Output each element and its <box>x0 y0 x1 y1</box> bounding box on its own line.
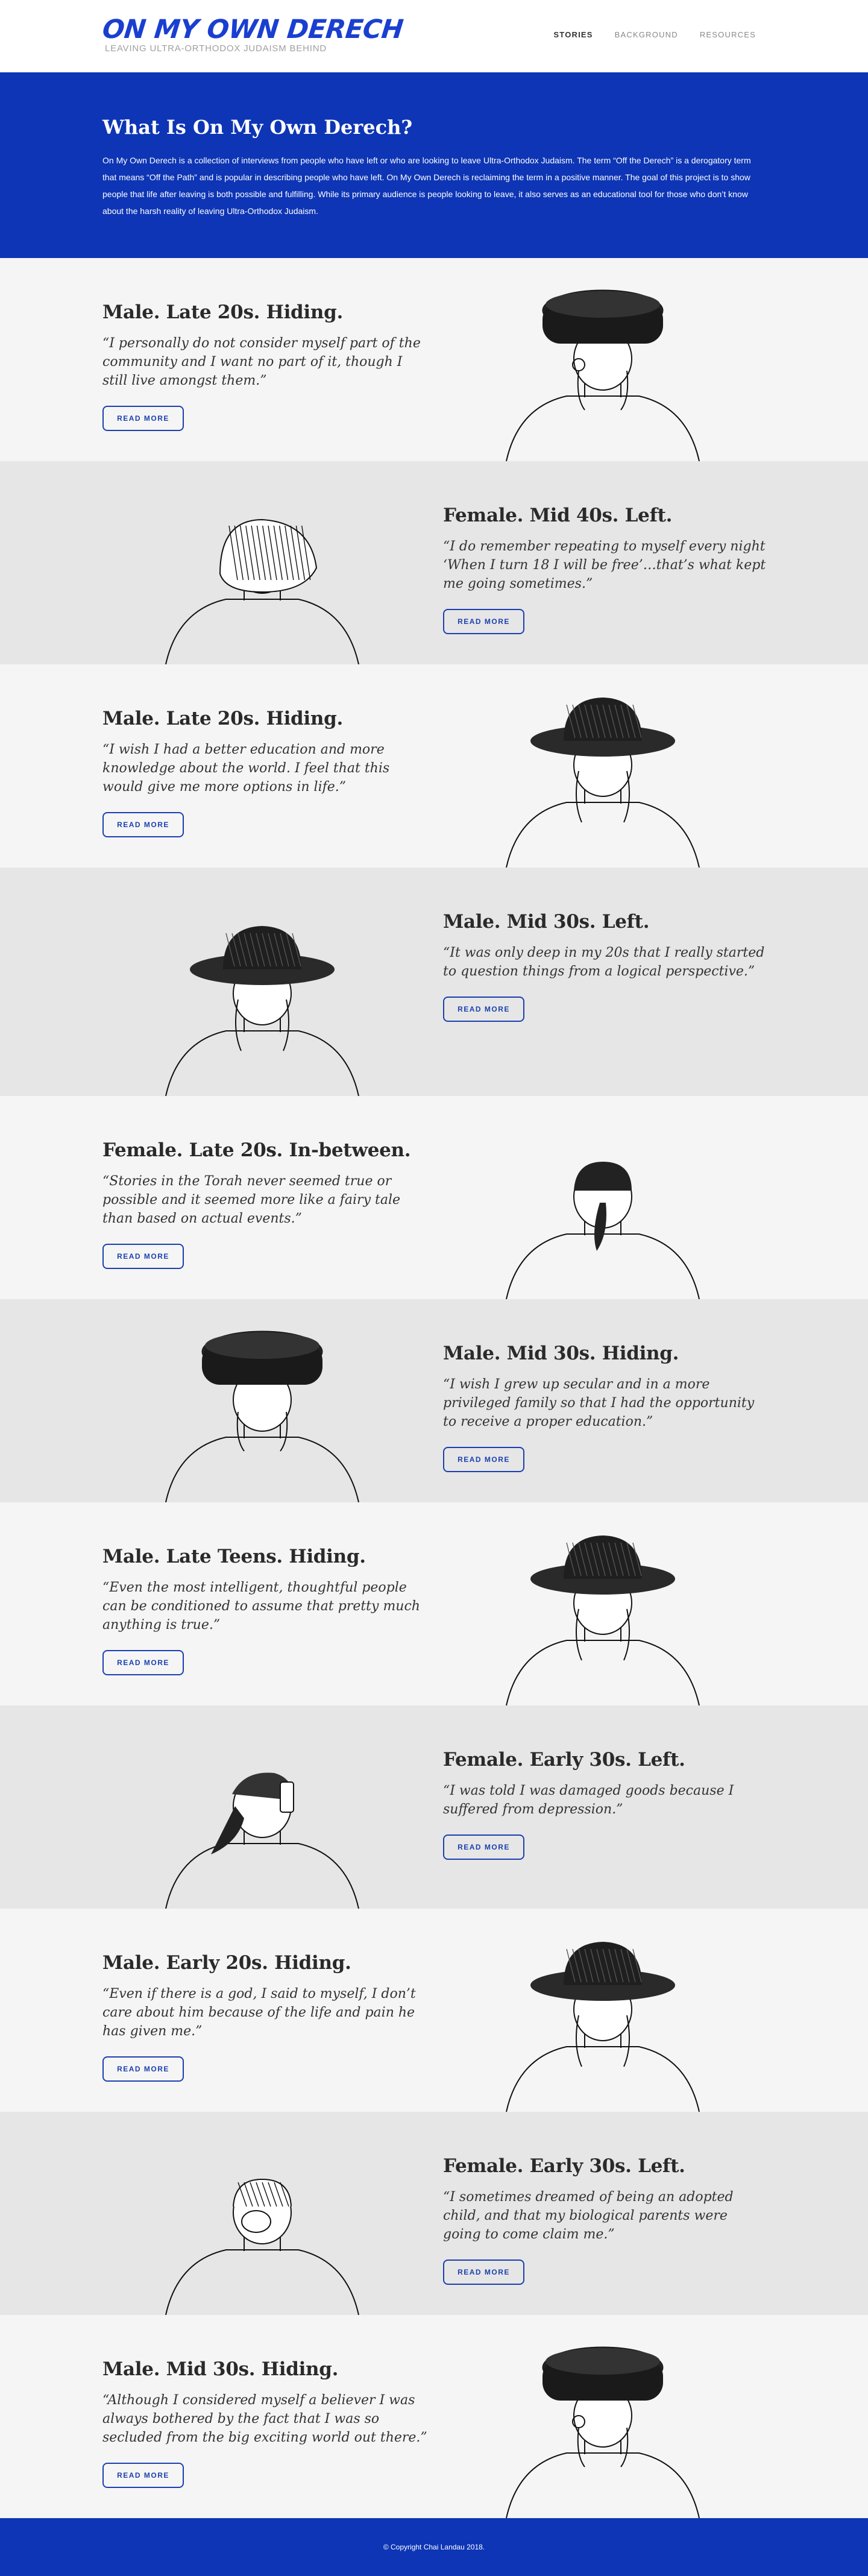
story-card: Male. Early 20s. Hiding. “Even if there i… <box>0 1909 868 2112</box>
read-more-button[interactable]: READ MORE <box>102 812 184 837</box>
story-title: Male. Late 20s. Hiding. <box>102 301 344 323</box>
man-wide-hat-illustration <box>494 1919 711 2112</box>
woman-ponytail-illustration <box>494 1106 711 1299</box>
logo-subtitle: LEAVING ULTRA-ORTHODOX JUDAISM BEHIND <box>105 43 327 54</box>
read-more-button[interactable]: READ MORE <box>102 406 184 431</box>
story-card: Male. Mid 30s. Left. “It was only deep in… <box>0 868 868 1096</box>
read-more-button[interactable]: READ MORE <box>443 2260 524 2285</box>
story-title: Male. Late Teens. Hiding. <box>102 1546 366 1567</box>
intro-body: On My Own Derech is a collection of inte… <box>102 156 751 216</box>
intro-section: What Is On My Own Derech? On My Own Dere… <box>0 72 868 258</box>
story-text: Male. Late 20s. Hiding. “I wish I had a b… <box>102 708 428 837</box>
man-brimmed-hat-illustration <box>494 675 711 868</box>
stories-list: Male. Late 20s. Hiding. “I personally do … <box>0 258 868 2518</box>
story-card: Male. Mid 30s. Hiding. “I wish I grew up … <box>0 1299 868 1502</box>
man-fur-hat-glasses-illustration <box>494 268 711 461</box>
story-text: Female. Mid 40s. Left. “I do remember rep… <box>443 505 769 634</box>
story-quote: “Even if there is a god, I said to mysel… <box>102 1986 416 2039</box>
man-shtreimel-illustration <box>154 1309 371 1502</box>
man-straw-hat-illustration <box>494 1513 711 1705</box>
story-quote: “I sometimes dreamed of being an adopted… <box>443 2190 734 2242</box>
read-more-button[interactable]: READ MORE <box>443 1447 524 1472</box>
story-title: Male. Mid 30s. Hiding. <box>443 1343 679 1364</box>
read-more-button[interactable]: READ MORE <box>443 609 524 634</box>
story-quote: “I was told I was damaged goods because … <box>443 1783 734 1817</box>
story-text: Male. Mid 30s. Left. “It was only deep in… <box>443 911 769 1022</box>
story-text: Male. Late 20s. Hiding. “I personally do … <box>102 301 428 431</box>
site-logo[interactable]: ON MY OWN DERECH LEAVING ULTRA-ORTHODOX … <box>101 14 405 54</box>
story-quote: “It was only deep in my 20s that I reall… <box>443 945 765 979</box>
story-quote: “Stories in the Torah never seemed true … <box>102 1174 401 1226</box>
story-card: Female. Late 20s. In-between. “Stories in… <box>0 1096 868 1299</box>
story-card: Male. Mid 30s. Hiding. “Although I consid… <box>0 2315 868 2518</box>
copyright-text: © Copyright Chai Landau 2018. <box>383 2543 485 2551</box>
story-title: Female. Early 30s. Left. <box>443 1749 685 1771</box>
woman-phone-illustration <box>154 1716 371 1909</box>
story-title: Male. Early 20s. Hiding. <box>102 1952 351 1974</box>
story-title: Male. Late 20s. Hiding. <box>102 708 344 729</box>
site-header: ON MY OWN DERECH LEAVING ULTRA-ORTHODOX … <box>0 0 868 72</box>
story-card: Female. Mid 40s. Left. “I do remember rep… <box>0 461 868 664</box>
story-text: Female. Late 20s. In-between. “Stories in… <box>102 1139 428 1269</box>
read-more-button[interactable]: READ MORE <box>102 1650 184 1675</box>
story-text: Female. Early 30s. Left. “I was told I wa… <box>443 1749 769 1860</box>
story-quote: “I wish I grew up secular and in a more … <box>443 1377 755 1429</box>
story-title: Female. Mid 40s. Left. <box>443 505 673 526</box>
intro-title: What Is On My Own Derech? <box>102 116 413 139</box>
site-footer: © Copyright Chai Landau 2018. <box>0 2518 868 2576</box>
logo-title: ON MY OWN DERECH <box>101 14 405 45</box>
read-more-button[interactable]: READ MORE <box>102 2056 184 2082</box>
woman-bun-illustration <box>154 2122 371 2315</box>
read-more-button[interactable]: READ MORE <box>443 1834 524 1860</box>
story-title: Male. Mid 30s. Left. <box>443 911 650 933</box>
story-card: Male. Late 20s. Hiding. “I wish I had a b… <box>0 664 868 868</box>
main-nav: STORIES BACKGROUND RESOURCES <box>553 30 756 39</box>
story-quote: “I personally do not consider myself par… <box>102 336 421 388</box>
story-card: Male. Late Teens. Hiding. “Even the most … <box>0 1502 868 1705</box>
story-card: Male. Late 20s. Hiding. “I personally do … <box>0 258 868 461</box>
story-card: Female. Early 30s. Left. “I sometimes dre… <box>0 2112 868 2315</box>
story-text: Male. Mid 30s. Hiding. “I wish I grew up … <box>443 1343 769 1472</box>
story-title: Female. Early 30s. Left. <box>443 2155 685 2177</box>
story-card: Female. Early 30s. Left. “I was told I wa… <box>0 1705 868 1909</box>
story-title: Female. Late 20s. In-between. <box>102 1139 411 1161</box>
read-more-button[interactable]: READ MORE <box>102 1244 184 1269</box>
nav-background[interactable]: BACKGROUND <box>615 30 678 39</box>
story-text: Female. Early 30s. Left. “I sometimes dre… <box>443 2155 769 2285</box>
story-text: Male. Late Teens. Hiding. “Even the most … <box>102 1546 428 1675</box>
story-text: Male. Mid 30s. Hiding. “Although I consid… <box>102 2358 428 2488</box>
story-quote: “I do remember repeating to myself every… <box>443 539 766 591</box>
man-fur-hat-glasses-illustration <box>494 2325 711 2518</box>
read-more-button[interactable]: READ MORE <box>443 997 524 1022</box>
read-more-button[interactable]: READ MORE <box>102 2463 184 2488</box>
nav-stories[interactable]: STORIES <box>553 30 593 39</box>
man-fedora-illustration <box>154 903 371 1096</box>
story-text: Male. Early 20s. Hiding. “Even if there i… <box>102 1952 428 2082</box>
nav-resources[interactable]: RESOURCES <box>700 30 756 39</box>
story-title: Male. Mid 30s. Hiding. <box>102 2358 339 2380</box>
story-quote: “Although I considered myself a believer… <box>102 2393 427 2445</box>
story-quote: “I wish I had a better education and mor… <box>102 742 390 795</box>
woman-headscarf-illustration <box>154 471 371 664</box>
story-quote: “Even the most intelligent, thoughtful p… <box>102 1580 420 1633</box>
